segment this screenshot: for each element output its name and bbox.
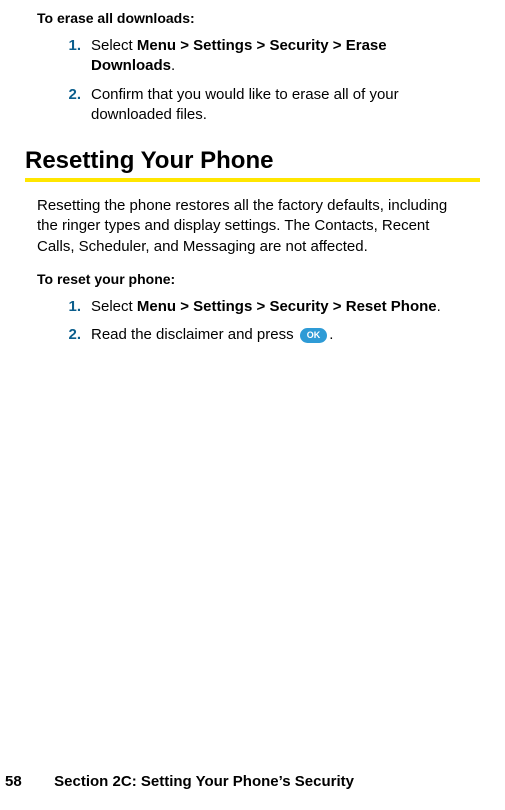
menu-path-item: Settings [193,37,252,54]
step-text-before: Read the disclaimer and press [91,326,298,343]
menu-path-sep: > [329,298,346,315]
erase-steps: 1. Select Menu > Settings > Security > E… [63,36,480,125]
menu-path-sep: > [176,298,193,315]
step-number: 2. [63,325,91,345]
menu-path-item: Security [269,298,328,315]
step-text: Select Menu > Settings > Security > Eras… [91,36,480,77]
page-number: 58 [5,773,50,790]
menu-path-item: Settings [193,298,252,315]
step-prefix: Select [91,298,137,315]
page-footer: 58 Section 2C: Setting Your Phone’s Secu… [5,773,354,790]
reset-steps: 1. Select Menu > Settings > Security > R… [63,297,480,346]
erase-step-2: 2. Confirm that you would like to erase … [63,85,480,126]
step-number: 2. [63,85,91,126]
step-text-after: . [329,326,333,343]
reset-step-2: 2. Read the disclaimer and press OK. [63,325,480,345]
step-text: Read the disclaimer and press OK. [91,325,480,345]
reset-step-1: 1. Select Menu > Settings > Security > R… [63,297,480,317]
reset-intro: To reset your phone: [37,271,480,287]
step-text: Confirm that you would like to erase all… [91,85,480,126]
menu-path-item: Security [269,37,328,54]
step-prefix: Select [91,37,137,54]
menu-path-sep: > [252,298,269,315]
step-suffix: . [171,57,175,74]
heading-underline [25,178,480,182]
menu-path-sep: > [252,37,269,54]
reset-description: Resetting the phone restores all the fac… [37,196,470,257]
step-number: 1. [63,297,91,317]
erase-intro: To erase all downloads: [37,10,480,26]
footer-section-title: Section 2C: Setting Your Phone’s Securit… [54,773,354,790]
step-number: 1. [63,36,91,77]
step-suffix: . [437,298,441,315]
menu-path-item: Menu [137,37,176,54]
ok-button-icon: OK [300,328,328,343]
menu-path-sep: > [329,37,346,54]
step-text: Select Menu > Settings > Security > Rese… [91,297,480,317]
section-heading-wrap: Resetting Your Phone [25,147,480,182]
menu-path-item: Menu [137,298,176,315]
section-heading: Resetting Your Phone [25,147,480,175]
erase-step-1: 1. Select Menu > Settings > Security > E… [63,36,480,77]
menu-path-sep: > [176,37,193,54]
menu-path-item: Reset Phone [346,298,437,315]
